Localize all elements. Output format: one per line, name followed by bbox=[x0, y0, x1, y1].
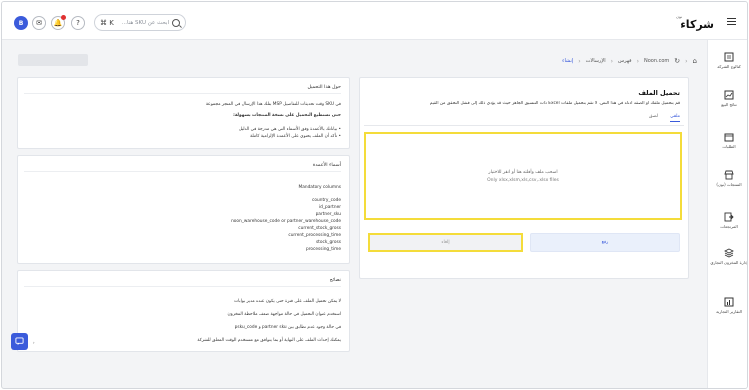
about-subtitle: حتى تستطيع التحميل على نسخة المنتجات بسه… bbox=[233, 113, 341, 118]
tips-card: نصائح لا يمكن تحميل الملف على فترة حتى ي… bbox=[17, 270, 350, 352]
upload-card: تحميل الملف قم بتحميل ملفك أو الصقه أدنا… bbox=[359, 77, 689, 279]
shortcut-hint: ⌘ K bbox=[100, 18, 114, 27]
tip-line: يمكنك إحداث الملف على النهاية أو بما يتو… bbox=[197, 338, 341, 343]
sidebar-item-products[interactable]: المنتجات (نون) bbox=[708, 170, 747, 187]
column-names-card: أسماء الأعمدة Mandatory columns country_… bbox=[17, 155, 350, 264]
about-bullet: • بياناتك بالأعمدة وفق الأسماء التي هي م… bbox=[238, 127, 341, 132]
about-bullet: • تأكد أن الملف يحتوي على الأعمدة الإلزا… bbox=[250, 134, 341, 139]
column-name: partner_sku bbox=[315, 212, 341, 217]
chevron-left-icon: ‹ bbox=[685, 57, 688, 65]
divider bbox=[24, 171, 341, 172]
catalog-icon bbox=[724, 52, 734, 62]
tip-line: لا يمكن تحميل الملف على فترة حتى يكون عن… bbox=[234, 299, 341, 304]
shop-icon bbox=[724, 170, 734, 180]
search-input[interactable]: ابحث عن SKU هنا... bbox=[117, 20, 169, 26]
column-name: noon_warehouse_code or partner_warehouse… bbox=[231, 219, 341, 224]
tip-line: في حالة وجود عدم تطابق بين partner sku و… bbox=[234, 325, 341, 330]
dropzone-instructions: اسحب ملف وأفلته هنا أو انقر للاختيار bbox=[488, 169, 558, 175]
about-intro: في SKU وقت تحديثات للتفاصيل MSP بتلك هذا… bbox=[205, 102, 341, 107]
chart-icon bbox=[724, 90, 734, 100]
chat-button[interactable] bbox=[11, 333, 28, 350]
tab-file[interactable]: ملفي bbox=[670, 114, 680, 122]
report-icon bbox=[724, 297, 734, 307]
sidebar-item-inventory[interactable]: إدارة المخزون التجاري bbox=[708, 248, 747, 265]
sidebar-item-sales[interactable]: نتائج البيع bbox=[708, 90, 747, 107]
tip-line: استخدم عنوان التحميل في حالة مواجهة ضعف … bbox=[227, 312, 342, 317]
file-dropzone[interactable]: اسحب ملف وأفلته هنا أو انقر للاختيار Onl… bbox=[364, 132, 682, 220]
about-title: حول هذا التحميل bbox=[307, 85, 341, 90]
divider bbox=[24, 93, 341, 94]
sidebar-item-returns[interactable]: المرتجعات bbox=[708, 212, 747, 229]
tab-paste[interactable]: لصق bbox=[649, 114, 658, 122]
column-name: id_partner bbox=[318, 205, 341, 210]
refresh-icon[interactable]: ↻ bbox=[674, 57, 680, 65]
search-icon bbox=[172, 18, 180, 27]
chevron-right-icon[interactable]: › bbox=[33, 340, 35, 345]
notification-bell-icon[interactable]: 🔔 bbox=[51, 15, 66, 30]
inventory-icon bbox=[724, 248, 734, 258]
dropzone-formats: Only xlsx,xlsm,xls,csv,.xlsx files bbox=[487, 177, 559, 183]
breadcrumb-item-catalog[interactable]: فهرس bbox=[618, 58, 632, 64]
about-upload-card: حول هذا التحميل في SKU وقت تحديثات للتفا… bbox=[17, 77, 350, 149]
chat-icon bbox=[15, 337, 24, 346]
noon-partners-logo[interactable]: نون شركاء bbox=[670, 14, 714, 32]
orders-icon bbox=[724, 133, 734, 142]
chevron-left-icon: ‹ bbox=[578, 57, 581, 65]
tips-title: نصائح bbox=[329, 278, 341, 283]
sidebar-item-orders[interactable]: الطلبات bbox=[708, 132, 747, 149]
chevron-left-icon: ‹ bbox=[610, 57, 613, 65]
upload-button[interactable]: رفع bbox=[530, 233, 680, 252]
breadcrumb: ⌂ ‹ ↻ Noon.com ‹ فهرس ‹ الإرسالات ‹ إنشا… bbox=[507, 56, 697, 66]
app-window: B ✉ 🔔 ? ⌘ K ابحث عن SKU هنا... نون شركاء… bbox=[1, 1, 748, 389]
user-avatar[interactable]: B bbox=[14, 16, 28, 30]
column-name: country_code bbox=[312, 198, 341, 203]
mandatory-columns-label: Mandatory columns bbox=[298, 185, 341, 190]
divider bbox=[24, 286, 341, 287]
page-title-placeholder bbox=[18, 54, 88, 66]
notification-badge bbox=[61, 15, 66, 20]
tab-divider bbox=[364, 125, 684, 126]
columns-title: أسماء الأعمدة bbox=[312, 163, 341, 168]
mail-icon[interactable]: ✉ bbox=[32, 16, 46, 30]
sidebar-item-catalog[interactable]: كتالوج الشركة bbox=[708, 52, 747, 69]
breadcrumb-item-store[interactable]: Noon.com bbox=[644, 58, 669, 64]
column-name: current_stock_gross bbox=[298, 226, 341, 231]
breadcrumb-item-create: إنشاء bbox=[562, 58, 574, 64]
upload-title: تحميل الملف bbox=[638, 89, 680, 97]
sku-search[interactable]: ⌘ K ابحث عن SKU هنا... bbox=[94, 14, 186, 31]
column-name: current_processing_time bbox=[288, 233, 341, 238]
home-icon[interactable]: ⌂ bbox=[693, 57, 697, 65]
upload-tabs: ملفي لصق bbox=[649, 114, 680, 122]
top-bar: B ✉ 🔔 ? ⌘ K ابحث عن SKU هنا... نون شركاء bbox=[2, 2, 747, 40]
sidebar-item-reports[interactable]: التقارير التجارية bbox=[708, 297, 747, 314]
upload-description: قم بتحميل ملفك أو الصقه أدناه في هذا الن… bbox=[429, 101, 680, 106]
breadcrumb-item-submissions[interactable]: الإرسالات bbox=[586, 58, 606, 64]
menu-icon[interactable] bbox=[727, 18, 736, 25]
cancel-button[interactable]: إلغاء bbox=[368, 233, 523, 252]
help-icon[interactable]: ? bbox=[71, 16, 85, 30]
return-icon bbox=[724, 212, 734, 222]
column-name: processing_time bbox=[305, 247, 341, 252]
chevron-left-icon: ‹ bbox=[636, 57, 639, 65]
sidebar: كتالوج الشركة نتائج البيع الطلبات المنتج… bbox=[707, 40, 747, 388]
column-name: stock_gross bbox=[315, 240, 341, 245]
